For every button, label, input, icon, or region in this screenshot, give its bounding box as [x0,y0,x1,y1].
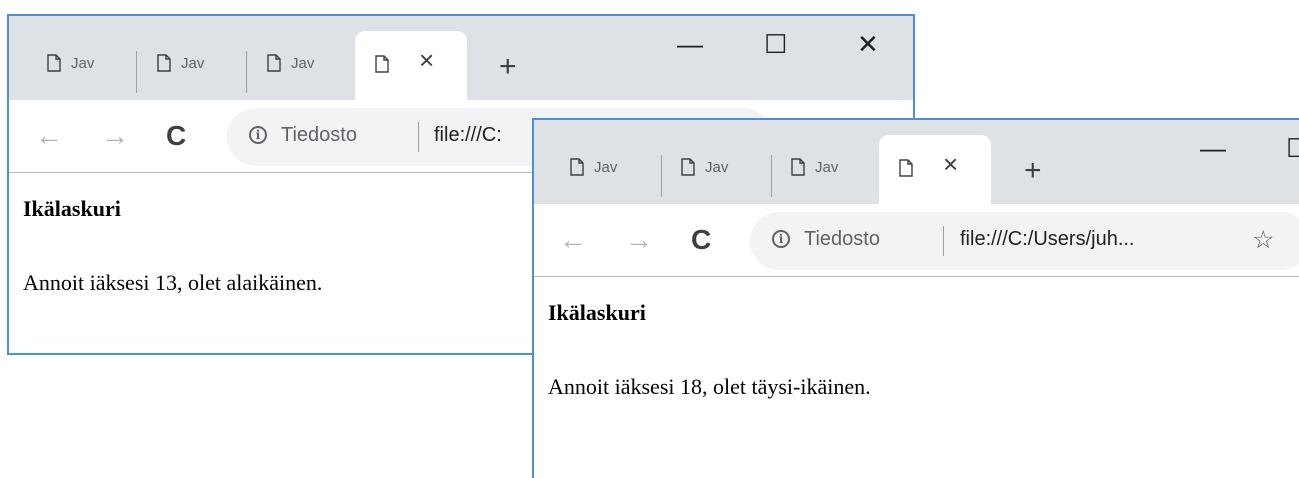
url-text[interactable]: file:///C:/Users/juh... [960,228,1135,251]
tab-title: Jav [181,54,205,72]
back-button[interactable]: ← [35,122,63,150]
forward-button[interactable]: → [625,226,653,254]
tab-title: Jav [71,54,95,72]
reload-button[interactable]: C [691,226,711,254]
page-content: Ikälaskuri Annoit iäksesi 18, olet täysi… [548,300,871,400]
browser-window-2: Jav Jav Jav × + — ☐ ← → C i Tiedosto fil… [532,118,1299,478]
toolbar: ← → C i Tiedosto file:///C:/Users/juh...… [534,204,1299,277]
document-icon [375,55,389,73]
document-icon [157,54,171,72]
document-icon [681,158,695,176]
info-icon[interactable]: i [772,230,790,248]
tab-1[interactable]: Jav [570,147,617,187]
site-info-label[interactable]: Tiedosto [281,124,357,147]
document-icon [47,54,61,72]
tab-title: Jav [594,158,618,176]
maximize-button[interactable]: ☐ [764,31,787,57]
bookmark-star-icon[interactable]: ☆ [1252,225,1274,255]
tab-strip: Jav Jav Jav × + — ☐ [534,120,1299,204]
minimize-button[interactable]: — [677,31,703,57]
document-icon [267,54,281,72]
new-tab-button[interactable]: + [499,52,517,82]
tab-separator [246,51,247,93]
page-text: Annoit iäksesi 13, olet alaikäinen. [23,270,323,295]
tab-separator [661,155,662,197]
tab-title: Jav [815,158,839,176]
info-icon[interactable]: i [249,126,267,144]
tab-separator [771,155,772,197]
tab-2[interactable]: Jav [157,43,204,83]
omnibox-separator [418,122,419,152]
address-bar[interactable]: i Tiedosto file:///C:/Users/juh... ☆ [750,212,1299,270]
page-heading: Ikälaskuri [548,300,646,325]
tab-3[interactable]: Jav [267,43,314,83]
url-text[interactable]: file:///C: [434,124,502,147]
tab-3[interactable]: Jav [791,147,838,187]
document-icon [570,158,584,176]
tab-separator [136,51,137,93]
page-heading: Ikälaskuri [23,196,121,221]
tab-title: Jav [705,158,729,176]
page-text: Annoit iäksesi 18, olet täysi-ikäinen. [548,374,871,399]
maximize-button[interactable]: ☐ [1286,135,1299,161]
active-tab[interactable]: × [355,31,467,100]
reload-button[interactable]: C [166,122,186,150]
site-info-label[interactable]: Tiedosto [804,228,880,251]
omnibox-separator [943,226,944,256]
tab-1[interactable]: Jav [47,43,94,83]
forward-button[interactable]: → [101,122,129,150]
tab-title: Jav [291,54,315,72]
document-icon [791,158,805,176]
document-icon [899,159,913,177]
tab-strip: Jav Jav Jav × + — ☐ ✕ [9,16,913,100]
page-content: Ikälaskuri Annoit iäksesi 13, olet alaik… [23,196,322,296]
back-button[interactable]: ← [559,226,587,254]
close-window-button[interactable]: ✕ [857,31,879,57]
new-tab-button[interactable]: + [1024,156,1042,186]
minimize-button[interactable]: — [1200,135,1226,161]
close-tab-icon[interactable]: × [943,151,958,177]
close-tab-icon[interactable]: × [419,47,434,73]
tab-2[interactable]: Jav [681,147,728,187]
active-tab[interactable]: × [879,135,991,204]
